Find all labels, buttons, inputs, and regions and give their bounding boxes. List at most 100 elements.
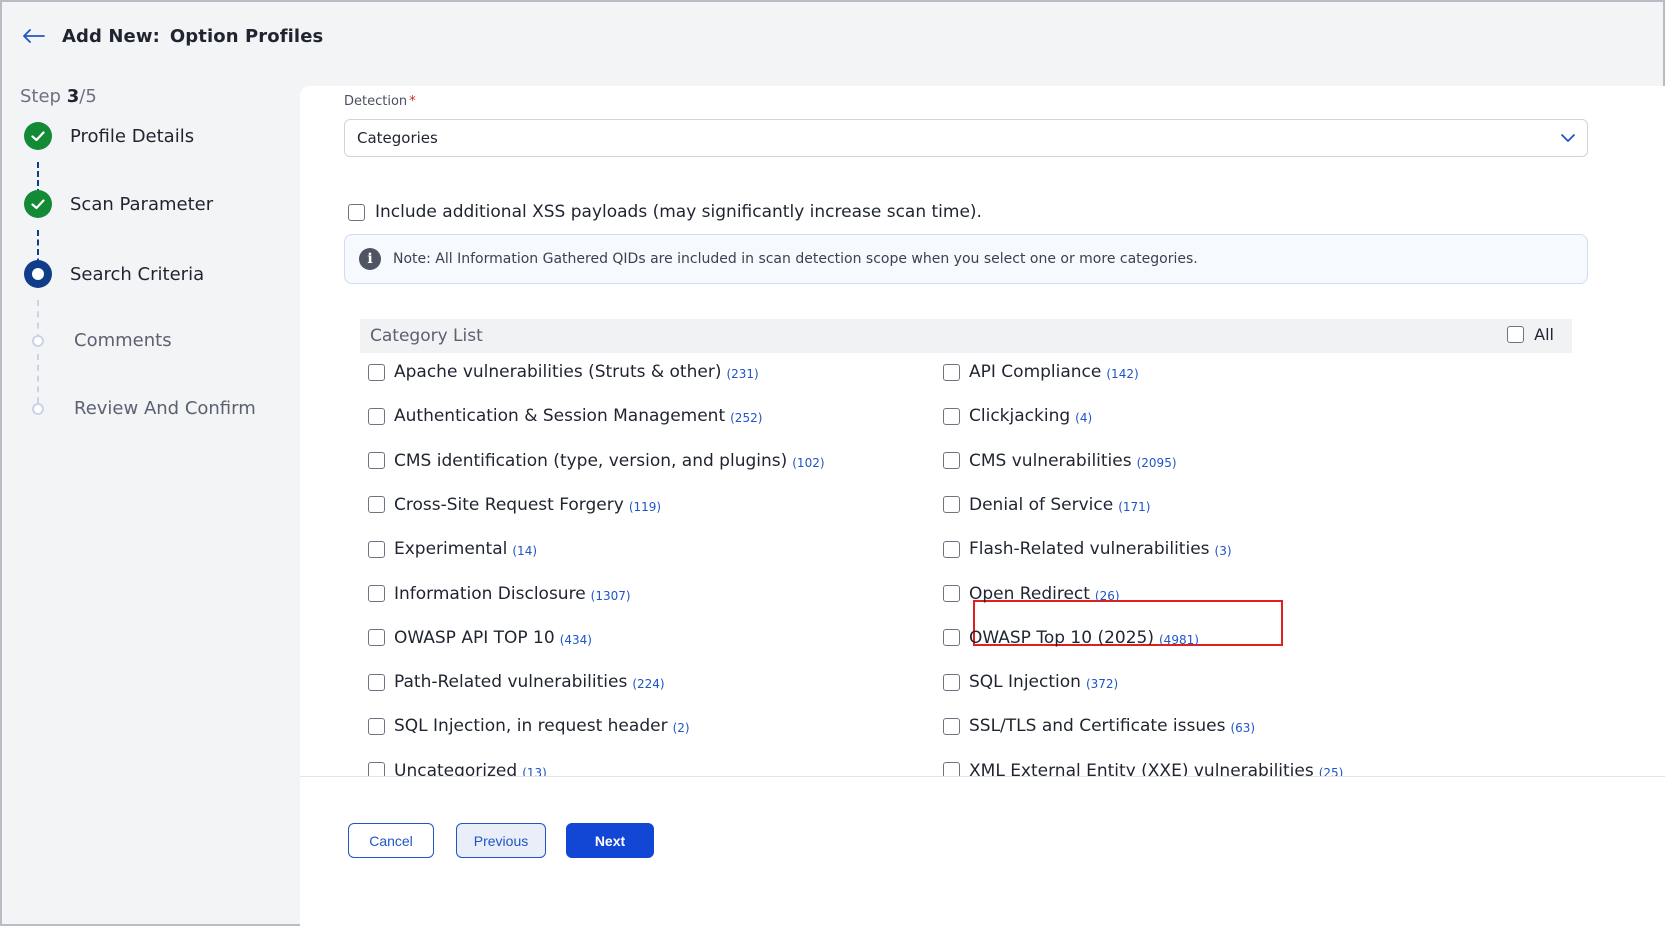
category-checkbox[interactable] bbox=[368, 407, 385, 425]
category-count[interactable]: (2) bbox=[673, 721, 690, 735]
category-count[interactable]: (1307) bbox=[591, 589, 631, 603]
info-note: i Note: All Information Gathered QIDs ar… bbox=[344, 234, 1588, 284]
category-name: Authentication & Session Management bbox=[394, 406, 726, 427]
detection-label: Detection * bbox=[344, 94, 416, 109]
category-item: Clickjacking (4) bbox=[943, 402, 1092, 430]
category-name: OWASP API TOP 10 bbox=[394, 627, 555, 648]
select-all-label: All bbox=[1534, 325, 1554, 344]
app-window: Add New: Option Profiles Step 3/5 Profile… bbox=[0, 0, 1665, 926]
page-title-prefix: Add New: bbox=[62, 25, 160, 47]
footer-actions: Cancel Previous Next bbox=[300, 776, 1665, 926]
category-checkbox[interactable] bbox=[368, 629, 385, 647]
xss-checkbox[interactable] bbox=[348, 203, 365, 221]
detection-select[interactable]: Categories bbox=[344, 119, 1588, 157]
step-review-and-confirm: Review And Confirm bbox=[24, 398, 256, 419]
category-checkbox[interactable] bbox=[943, 452, 960, 470]
category-checkbox[interactable] bbox=[943, 496, 960, 514]
category-item: Path-Related vulnerabilities (224) bbox=[368, 668, 665, 696]
select-all-checkbox[interactable] bbox=[1507, 326, 1525, 343]
category-checkbox[interactable] bbox=[368, 585, 385, 602]
step-search-criteria[interactable]: Search Criteria bbox=[24, 260, 204, 288]
detection-select-value: Categories bbox=[357, 129, 438, 147]
category-name: Clickjacking bbox=[969, 406, 1071, 427]
category-item: API Compliance (142) bbox=[943, 358, 1139, 386]
category-item: Flash-Related vulnerabilities (3) bbox=[943, 535, 1232, 563]
category-count[interactable]: (3) bbox=[1215, 544, 1232, 558]
category-count[interactable]: (2095) bbox=[1137, 456, 1177, 470]
category-list-title: Category List bbox=[370, 326, 483, 346]
category-count[interactable]: (224) bbox=[632, 677, 664, 691]
back-arrow-icon[interactable] bbox=[22, 24, 46, 48]
category-name: Information Disclosure bbox=[394, 583, 586, 604]
category-name: SQL Injection, in request header bbox=[394, 716, 668, 737]
category-name: Apache vulnerabilities (Struts & other) bbox=[394, 362, 722, 382]
category-count[interactable]: (102) bbox=[792, 456, 824, 470]
xss-label: Include additional XSS payloads (may sig… bbox=[375, 202, 982, 222]
category-count[interactable]: (63) bbox=[1230, 721, 1255, 735]
step-counter-current: 3 bbox=[66, 86, 80, 107]
category-item: CMS vulnerabilities (2095) bbox=[943, 447, 1177, 475]
category-count[interactable]: (231) bbox=[726, 367, 758, 381]
xss-option: Include additional XSS payloads (may sig… bbox=[348, 202, 982, 222]
category-checkbox[interactable] bbox=[368, 540, 385, 558]
step-scan-parameter[interactable]: Scan Parameter bbox=[24, 190, 213, 218]
category-checkbox[interactable] bbox=[368, 496, 385, 514]
category-name: Experimental bbox=[394, 539, 508, 560]
category-name: CMS vulnerabilities bbox=[969, 450, 1132, 471]
category-count[interactable]: (142) bbox=[1106, 367, 1138, 381]
next-button[interactable]: Next bbox=[566, 823, 654, 858]
check-icon bbox=[24, 122, 52, 150]
step-counter: Step 3/5 bbox=[20, 86, 97, 107]
pending-step-icon bbox=[32, 402, 44, 415]
category-checkbox[interactable] bbox=[943, 540, 960, 558]
chevron-down-icon bbox=[1559, 129, 1577, 151]
category-count[interactable]: (171) bbox=[1118, 500, 1150, 514]
category-checkbox[interactable] bbox=[368, 717, 385, 735]
category-count[interactable]: (119) bbox=[629, 500, 661, 514]
category-item: Apache vulnerabilities (Struts & other) (… bbox=[368, 358, 759, 386]
page-header: Add New: Option Profiles bbox=[2, 2, 1663, 70]
category-count[interactable]: (4981) bbox=[1159, 633, 1199, 647]
category-name: SQL Injection bbox=[969, 672, 1081, 693]
category-item: Cross-Site Request Forgery (119) bbox=[368, 491, 661, 519]
category-item: Authentication & Session Management (252) bbox=[368, 402, 762, 430]
category-name: Cross-Site Request Forgery bbox=[394, 494, 624, 515]
category-checkbox[interactable] bbox=[943, 407, 960, 425]
main-panel: Detection * Categories Include additional… bbox=[300, 86, 1665, 926]
category-item: Experimental (14) bbox=[368, 535, 537, 563]
category-count[interactable]: (26) bbox=[1095, 589, 1120, 603]
category-checkbox[interactable] bbox=[368, 452, 385, 470]
step-label: Search Criteria bbox=[70, 263, 205, 285]
category-item: CMS identification (type, version, and p… bbox=[368, 447, 825, 475]
info-icon: i bbox=[359, 248, 381, 270]
category-name: API Compliance bbox=[969, 362, 1102, 382]
cancel-button[interactable]: Cancel bbox=[348, 823, 434, 858]
stepper-sidebar: Step 3/5 Profile Details Scan Parameter … bbox=[2, 70, 302, 926]
category-list: Apache vulnerabilities (Struts & other) (… bbox=[368, 358, 1568, 782]
category-checkbox[interactable] bbox=[368, 363, 385, 381]
category-count[interactable]: (14) bbox=[512, 544, 537, 558]
category-checkbox[interactable] bbox=[368, 673, 385, 691]
step-label: Profile Details bbox=[70, 125, 195, 147]
category-checkbox[interactable] bbox=[943, 585, 960, 602]
step-comments: Comments bbox=[24, 330, 172, 351]
page-title: Add New: Option Profiles bbox=[62, 26, 323, 47]
category-count[interactable]: (372) bbox=[1086, 677, 1118, 691]
category-count[interactable]: (252) bbox=[730, 411, 762, 425]
category-name: CMS identification (type, version, and p… bbox=[394, 450, 788, 471]
category-checkbox[interactable] bbox=[943, 363, 960, 381]
category-list-header: Category List All bbox=[360, 319, 1572, 353]
category-item: SQL Injection, in request header (2) bbox=[368, 712, 690, 740]
current-step-icon bbox=[24, 260, 52, 288]
category-checkbox[interactable] bbox=[943, 629, 960, 647]
category-name: Denial of Service bbox=[969, 494, 1114, 515]
category-count[interactable]: (4) bbox=[1075, 411, 1092, 425]
category-checkbox[interactable] bbox=[943, 717, 960, 735]
category-checkbox[interactable] bbox=[943, 673, 960, 691]
step-profile-details[interactable]: Profile Details bbox=[24, 122, 194, 150]
previous-button[interactable]: Previous bbox=[456, 823, 546, 858]
required-mark: * bbox=[409, 94, 416, 109]
step-label: Review And Confirm bbox=[74, 398, 256, 419]
page-title-text: Option Profiles bbox=[169, 25, 324, 47]
category-count[interactable]: (434) bbox=[560, 633, 592, 647]
